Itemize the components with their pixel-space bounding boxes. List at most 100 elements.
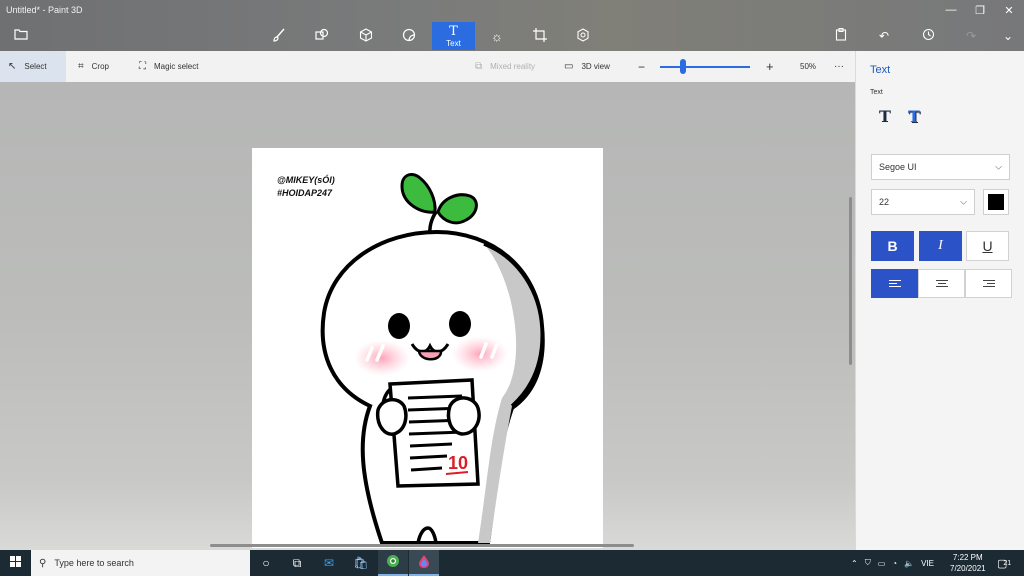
history-icon bbox=[922, 28, 935, 44]
clock-date: 7/20/2021 bbox=[950, 564, 986, 573]
close-button[interactable]: ✕ bbox=[995, 0, 1023, 20]
chevron-down-icon: ⌄ bbox=[1002, 29, 1014, 43]
undo-icon: ↶ bbox=[878, 29, 890, 43]
color-fill bbox=[988, 194, 1004, 210]
align-left-icon bbox=[888, 278, 901, 289]
menu-folder-icon[interactable] bbox=[10, 24, 32, 44]
zoom-out-button[interactable]: − bbox=[630, 51, 653, 82]
panel-subtitle: Text bbox=[870, 89, 883, 96]
store-icon: 🛍 bbox=[353, 556, 369, 570]
magic-select-button[interactable]: ⛶ Magic select bbox=[131, 51, 206, 82]
zoom-slider-track[interactable] bbox=[660, 66, 750, 68]
search-icon: ⚲ bbox=[39, 557, 47, 569]
select-label: Select bbox=[24, 62, 47, 71]
crop-button[interactable]: ⌗ Crop bbox=[70, 51, 117, 82]
font-size-select[interactable]: 22 ⌵ bbox=[871, 189, 975, 215]
text-color-swatch[interactable] bbox=[983, 189, 1009, 215]
undo-button[interactable]: ↶ bbox=[873, 26, 895, 46]
select-button[interactable]: ↖ Select bbox=[0, 51, 66, 82]
sticker-icon bbox=[402, 28, 416, 45]
zoom-slider-thumb[interactable] bbox=[679, 59, 686, 74]
magic-select-icon: ⛶ bbox=[139, 61, 146, 72]
horizontal-scrollbar[interactable] bbox=[210, 544, 634, 547]
restore-button[interactable]: ❐ bbox=[966, 0, 994, 20]
clock[interactable]: 7:22 PM 7/20/2021 bbox=[950, 550, 986, 576]
2d-text-icon[interactable]: T bbox=[875, 106, 895, 126]
system-tray: ⌃ ⛉ ▭ ◔ 🔈 VIE bbox=[851, 550, 934, 576]
text-icon: T bbox=[449, 23, 458, 39]
browser-app[interactable] bbox=[378, 550, 408, 576]
chevron-down-icon: ⌵ bbox=[995, 161, 1002, 172]
shapes-icon bbox=[315, 28, 329, 45]
canvas-tool[interactable] bbox=[520, 22, 560, 50]
mixed-reality-icon: ⧉ bbox=[475, 61, 483, 72]
cortana-button[interactable]: ○ bbox=[251, 550, 281, 576]
network-icon[interactable]: ◔ bbox=[892, 559, 897, 568]
redo-icon: ↷ bbox=[965, 29, 977, 43]
windows-icon bbox=[9, 556, 21, 570]
font-family-select[interactable]: Segoe UI ⌵ bbox=[871, 154, 1010, 180]
text-panel: Text Text T T Segoe UI ⌵ 22 ⌵ B I U bbox=[855, 51, 1024, 550]
minus-icon: − bbox=[638, 59, 646, 74]
zoom-in-button[interactable]: + bbox=[758, 51, 782, 82]
paint3d-icon bbox=[418, 554, 430, 571]
paste-button[interactable] bbox=[830, 26, 852, 46]
minimize-button[interactable]: — bbox=[937, 0, 965, 20]
zoom-level[interactable]: 50% bbox=[792, 51, 824, 82]
drawing-canvas[interactable]: @MIKEY(sÓI) #HOIDAP247 10 bbox=[252, 148, 603, 548]
brushes-tool[interactable] bbox=[259, 22, 299, 50]
brush-icon bbox=[272, 28, 286, 45]
vertical-scrollbar[interactable] bbox=[849, 197, 852, 365]
magic-select-label: Magic select bbox=[154, 62, 199, 71]
mixed-reality-label: Mixed reality bbox=[490, 62, 536, 71]
text-tool-label: Text bbox=[446, 38, 461, 48]
circle-icon: ○ bbox=[262, 556, 270, 570]
volume-icon[interactable]: 🔈 bbox=[904, 559, 914, 568]
2d-shapes-tool[interactable] bbox=[302, 22, 342, 50]
stickers-tool[interactable] bbox=[389, 22, 429, 50]
title-bar: Untitled* - Paint 3D — ❐ ✕ T Text ☼ ↶ ↷ … bbox=[0, 0, 1024, 51]
clock-time: 7:22 PM bbox=[952, 553, 983, 562]
italic-button[interactable]: I bbox=[919, 231, 962, 261]
taskbar-search[interactable]: ⚲ Type here to search bbox=[31, 550, 250, 576]
cartoon-illustration: 10 bbox=[320, 172, 545, 545]
chevron-up-icon[interactable]: ⌃ bbox=[851, 559, 858, 568]
search-placeholder: Type here to search bbox=[54, 558, 134, 568]
effects-tool[interactable]: ☼ bbox=[477, 22, 517, 50]
crop-label: Crop bbox=[91, 62, 109, 71]
3d-library-tool[interactable] bbox=[563, 22, 603, 50]
start-button[interactable] bbox=[0, 550, 30, 576]
taskbar: ⚲ Type here to search ○ ⧉ ✉ 🛍 ⌃ ⛉ ▭ ◔ 🔈 … bbox=[0, 550, 1024, 576]
task-view-button[interactable]: ⧉ bbox=[282, 550, 312, 576]
3d-shapes-tool[interactable] bbox=[346, 22, 386, 50]
expand-chevron-button[interactable]: ⌄ bbox=[997, 26, 1019, 46]
align-left-button[interactable] bbox=[871, 269, 918, 298]
notification-center-button[interactable]: ▢ 21 bbox=[997, 550, 1011, 576]
notification-count: 21 bbox=[1003, 559, 1012, 567]
3d-text-icon[interactable]: T bbox=[904, 106, 924, 126]
mail-icon: ✉ bbox=[323, 556, 335, 570]
language-indicator[interactable]: VIE bbox=[921, 559, 934, 568]
battery-icon[interactable]: ▭ bbox=[878, 559, 886, 568]
align-center-button[interactable] bbox=[918, 269, 965, 298]
text-tool[interactable]: T Text bbox=[432, 22, 475, 50]
underline-button[interactable]: U bbox=[966, 231, 1009, 261]
security-icon[interactable]: ⛉ bbox=[865, 558, 871, 568]
sun-icon: ☼ bbox=[491, 28, 503, 44]
chevron-down-icon: ⌵ bbox=[960, 196, 967, 207]
align-right-icon bbox=[982, 278, 995, 289]
cursor-icon: ↖ bbox=[8, 61, 17, 72]
mixed-reality-button[interactable]: ⧉ Mixed reality bbox=[467, 51, 543, 82]
redo-button[interactable]: ↷ bbox=[960, 26, 982, 46]
align-right-button[interactable] bbox=[965, 269, 1012, 298]
paint3d-app[interactable] bbox=[409, 550, 439, 576]
task-view-icon: ⧉ bbox=[292, 555, 302, 570]
3d-view-button[interactable]: ▭ 3D view bbox=[556, 51, 618, 82]
store-app[interactable]: 🛍 bbox=[346, 550, 376, 576]
mail-app[interactable]: ✉ bbox=[314, 550, 344, 576]
align-center-icon bbox=[935, 278, 948, 289]
more-options-button[interactable]: ··· bbox=[826, 51, 852, 82]
history-button[interactable] bbox=[917, 26, 939, 46]
bold-button[interactable]: B bbox=[871, 231, 914, 261]
paper-score: 10 bbox=[448, 453, 468, 473]
